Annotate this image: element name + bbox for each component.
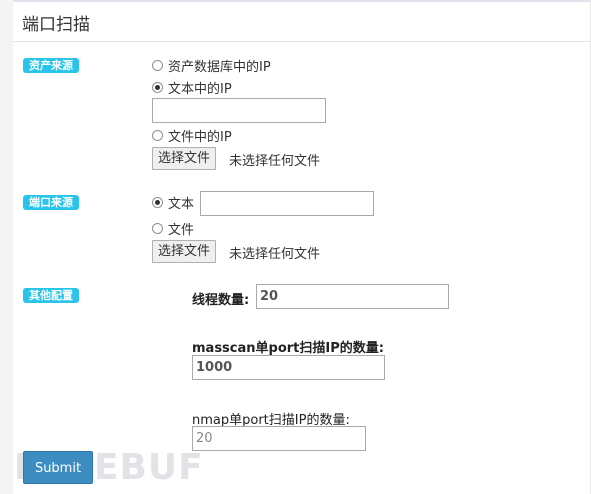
asset-option-text[interactable]: 文本中的IP bbox=[152, 79, 232, 97]
asset-ip-text-input[interactable] bbox=[152, 98, 326, 123]
port-choose-file-button[interactable]: 选择文件 bbox=[152, 240, 217, 263]
radio-icon[interactable] bbox=[152, 129, 163, 141]
port-file-status: 未选择任何文件 bbox=[229, 247, 321, 262]
threads-label: 线程数量: bbox=[192, 293, 250, 308]
port-option-file-label: 文件 bbox=[168, 222, 195, 238]
asset-option-file-label: 文件中的IP bbox=[168, 129, 232, 145]
frame-top-border bbox=[0, 0, 591, 2]
port-option-file[interactable]: 文件 bbox=[152, 220, 195, 238]
radio-icon[interactable] bbox=[152, 59, 163, 71]
title-divider bbox=[13, 41, 591, 42]
other-config-badge: 其他配置 bbox=[23, 288, 79, 303]
radio-checked-icon[interactable] bbox=[152, 196, 163, 208]
asset-option-file[interactable]: 文件中的IP bbox=[152, 127, 232, 145]
asset-option-text-label: 文本中的IP bbox=[168, 81, 232, 97]
masscan-label: masscan单port扫描IP的数量: bbox=[192, 341, 384, 356]
nmap-input[interactable]: 20 bbox=[192, 426, 366, 451]
port-option-text-label: 文本 bbox=[168, 196, 195, 212]
asset-option-database[interactable]: 资产数据库中的IP bbox=[152, 57, 271, 75]
masscan-input[interactable]: 1000 bbox=[192, 355, 385, 380]
page-title: 端口扫描 bbox=[22, 15, 90, 35]
frame-left-gutter bbox=[0, 0, 13, 494]
submit-button[interactable]: Submit bbox=[23, 451, 93, 484]
threads-input[interactable]: 20 bbox=[256, 284, 449, 309]
port-source-badge: 端口来源 bbox=[23, 195, 79, 210]
asset-source-badge: 资产来源 bbox=[23, 58, 79, 73]
asset-file-status: 未选择任何文件 bbox=[229, 154, 321, 169]
asset-option-database-label: 资产数据库中的IP bbox=[168, 59, 271, 75]
asset-choose-file-button[interactable]: 选择文件 bbox=[152, 147, 217, 170]
port-text-input[interactable] bbox=[200, 191, 374, 216]
radio-checked-icon[interactable] bbox=[152, 81, 163, 93]
port-option-text[interactable]: 文本 bbox=[152, 194, 195, 212]
radio-icon[interactable] bbox=[152, 222, 163, 234]
